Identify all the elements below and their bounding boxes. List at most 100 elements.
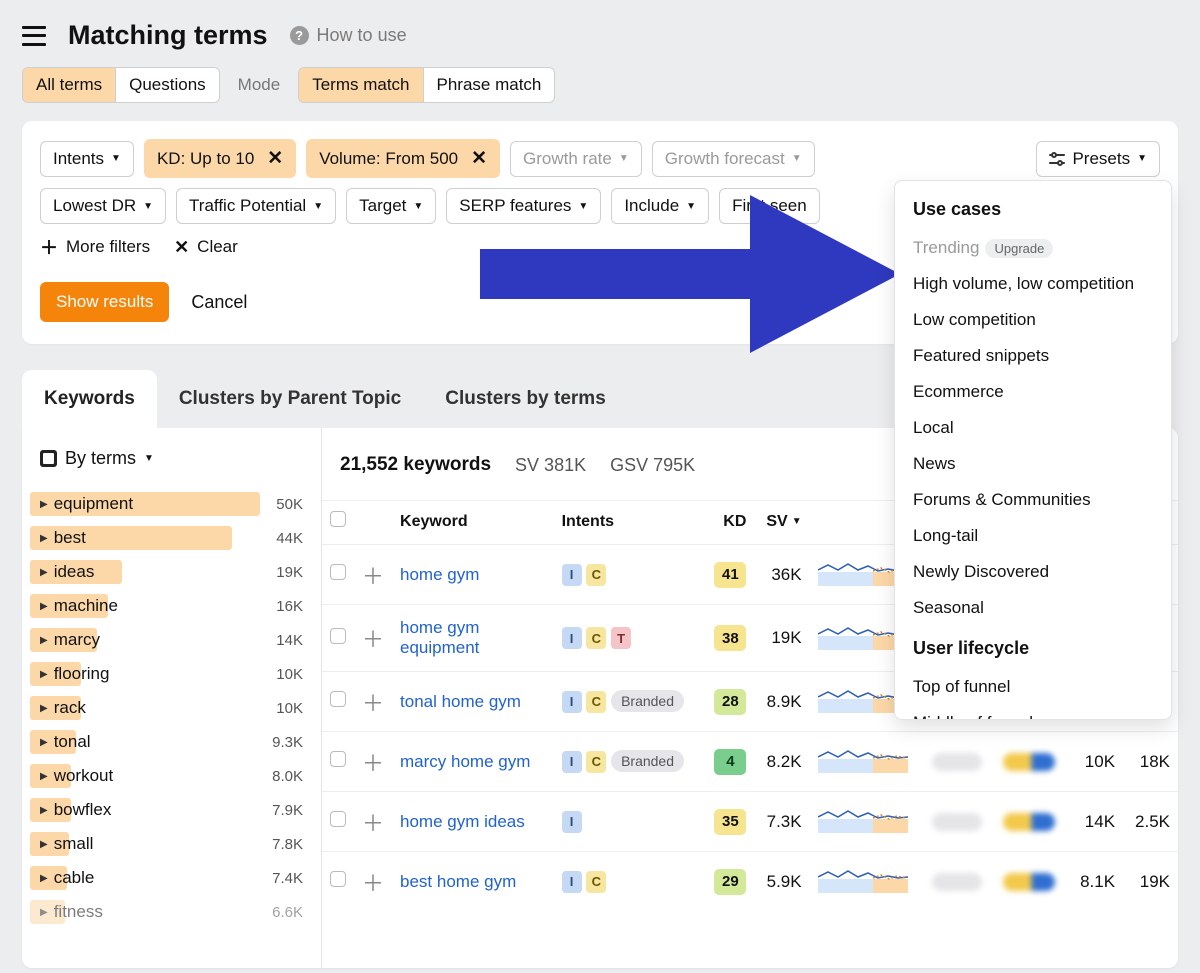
- presets-dropdown-menu: Use cases TrendingUpgrade High volume, l…: [894, 180, 1172, 720]
- col-sv[interactable]: SV▼: [754, 501, 809, 545]
- filter-intents[interactable]: Intents▼: [40, 141, 134, 177]
- term-item[interactable]: ▶machine16K: [22, 589, 321, 623]
- tab-phrase-match[interactable]: Phrase match: [424, 68, 555, 102]
- filter-include[interactable]: Include▼: [611, 188, 709, 224]
- preset-item[interactable]: Featured snippets: [895, 338, 1171, 374]
- sv-value: 8.9K: [754, 672, 809, 732]
- add-row-button[interactable]: ＋: [362, 627, 384, 652]
- caret-right-icon: ▶: [40, 737, 48, 748]
- close-icon[interactable]: ✕: [267, 147, 283, 170]
- preset-item[interactable]: Newly Discovered: [895, 554, 1171, 590]
- add-row-button[interactable]: ＋: [362, 811, 384, 836]
- term-count: 44K: [276, 530, 303, 547]
- preset-item[interactable]: Forums & Communities: [895, 482, 1171, 518]
- hamburger-menu-icon[interactable]: [22, 26, 46, 46]
- add-row-button[interactable]: ＋: [362, 691, 384, 716]
- cancel-button[interactable]: Cancel: [191, 292, 247, 313]
- term-item[interactable]: ▶marcy14K: [22, 623, 321, 657]
- term-label: ▶rack: [30, 698, 86, 718]
- term-item[interactable]: ▶best44K: [22, 521, 321, 555]
- by-terms-dropdown[interactable]: By terms ▼: [22, 448, 321, 487]
- keyword-link[interactable]: tonal home gym: [400, 692, 521, 711]
- row-checkbox[interactable]: [330, 691, 346, 707]
- preset-trending[interactable]: TrendingUpgrade: [895, 230, 1171, 266]
- preset-item[interactable]: Long-tail: [895, 518, 1171, 554]
- intent-chip: C: [586, 751, 606, 773]
- filter-lowest-dr[interactable]: Lowest DR▼: [40, 188, 166, 224]
- caret-right-icon: ▶: [40, 499, 48, 510]
- row-checkbox[interactable]: [330, 751, 346, 767]
- keyword-count: 21,552 keywords: [340, 454, 491, 476]
- add-row-button[interactable]: ＋: [362, 871, 384, 896]
- tab-all-terms[interactable]: All terms: [23, 68, 116, 102]
- col-keyword[interactable]: Keyword: [392, 501, 554, 545]
- tab-questions[interactable]: Questions: [116, 68, 219, 102]
- show-results-button[interactable]: Show results: [40, 282, 169, 322]
- preset-item[interactable]: High volume, low competition: [895, 266, 1171, 302]
- filter-target[interactable]: Target▼: [346, 188, 436, 224]
- term-count: 7.9K: [272, 802, 303, 819]
- extra-col-1: 14K: [1068, 792, 1123, 852]
- tab-terms-match[interactable]: Terms match: [299, 68, 423, 102]
- sparkline: [818, 745, 908, 773]
- kd-badge: 41: [714, 562, 746, 588]
- row-checkbox[interactable]: [330, 564, 346, 580]
- term-item[interactable]: ▶bowflex7.9K: [22, 793, 321, 827]
- term-item[interactable]: ▶tonal9.3K: [22, 725, 321, 759]
- keyword-link[interactable]: best home gym: [400, 872, 516, 891]
- kd-badge: 35: [714, 809, 746, 835]
- filter-kd[interactable]: KD: Up to 10✕: [144, 139, 296, 178]
- preset-item[interactable]: Middle of funnel: [895, 705, 1171, 720]
- term-item[interactable]: ▶equipment50K: [22, 487, 321, 521]
- extra-col-1: 8.1K: [1068, 852, 1123, 912]
- row-checkbox[interactable]: [330, 811, 346, 827]
- row-checkbox[interactable]: [330, 628, 346, 644]
- tab-clusters-parent[interactable]: Clusters by Parent Topic: [157, 370, 423, 428]
- preset-item[interactable]: Low competition: [895, 302, 1171, 338]
- term-item[interactable]: ▶rack10K: [22, 691, 321, 725]
- term-item[interactable]: ▶fitness6.6K: [22, 895, 321, 929]
- close-icon[interactable]: ✕: [471, 147, 487, 170]
- keyword-link[interactable]: home gym: [400, 565, 479, 584]
- clear-filters-button[interactable]: ✕Clear: [174, 237, 238, 258]
- row-checkbox[interactable]: [330, 871, 346, 887]
- caret-right-icon: ▶: [40, 533, 48, 544]
- filter-traffic-potential[interactable]: Traffic Potential▼: [176, 188, 336, 224]
- col-kd[interactable]: KD: [703, 501, 755, 545]
- match-mode-group: Terms match Phrase match: [298, 67, 555, 103]
- more-filters-button[interactable]: ＋More filters: [40, 234, 150, 260]
- branded-badge: Branded: [611, 690, 684, 712]
- filter-growth-rate[interactable]: Growth rate▼: [510, 141, 642, 177]
- caret-down-icon: ▼: [111, 153, 121, 164]
- tab-clusters-terms[interactable]: Clusters by terms: [423, 370, 628, 428]
- page-title: Matching terms: [68, 20, 268, 51]
- intent-chip: C: [586, 691, 606, 713]
- presets-button[interactable]: Presets▼: [1036, 141, 1160, 177]
- filter-first-seen[interactable]: First seen: [719, 188, 820, 224]
- term-item[interactable]: ▶ideas19K: [22, 555, 321, 589]
- preset-item[interactable]: Local: [895, 410, 1171, 446]
- term-item[interactable]: ▶small7.8K: [22, 827, 321, 861]
- add-row-button[interactable]: ＋: [362, 751, 384, 776]
- preset-item[interactable]: Ecommerce: [895, 374, 1171, 410]
- filter-growth-forecast[interactable]: Growth forecast▼: [652, 141, 815, 177]
- preset-item[interactable]: Seasonal: [895, 590, 1171, 626]
- preset-item[interactable]: News: [895, 446, 1171, 482]
- select-all-checkbox[interactable]: [330, 511, 346, 527]
- col-intents[interactable]: Intents: [554, 501, 703, 545]
- keyword-link[interactable]: home gym ideas: [400, 812, 525, 831]
- add-row-button[interactable]: ＋: [362, 564, 384, 589]
- filter-serp-features[interactable]: SERP features▼: [446, 188, 601, 224]
- how-to-use-link[interactable]: ? How to use: [290, 25, 407, 46]
- keyword-link[interactable]: home gym equipment: [400, 618, 479, 657]
- preset-item[interactable]: Top of funnel: [895, 669, 1171, 705]
- blurred-value: [1003, 813, 1055, 831]
- kd-badge: 28: [714, 689, 746, 715]
- caret-right-icon: ▶: [40, 703, 48, 714]
- tab-keywords[interactable]: Keywords: [22, 370, 157, 428]
- term-item[interactable]: ▶cable7.4K: [22, 861, 321, 895]
- term-item[interactable]: ▶workout8.0K: [22, 759, 321, 793]
- filter-volume[interactable]: Volume: From 500✕: [306, 139, 500, 178]
- keyword-link[interactable]: marcy home gym: [400, 752, 530, 771]
- term-item[interactable]: ▶flooring10K: [22, 657, 321, 691]
